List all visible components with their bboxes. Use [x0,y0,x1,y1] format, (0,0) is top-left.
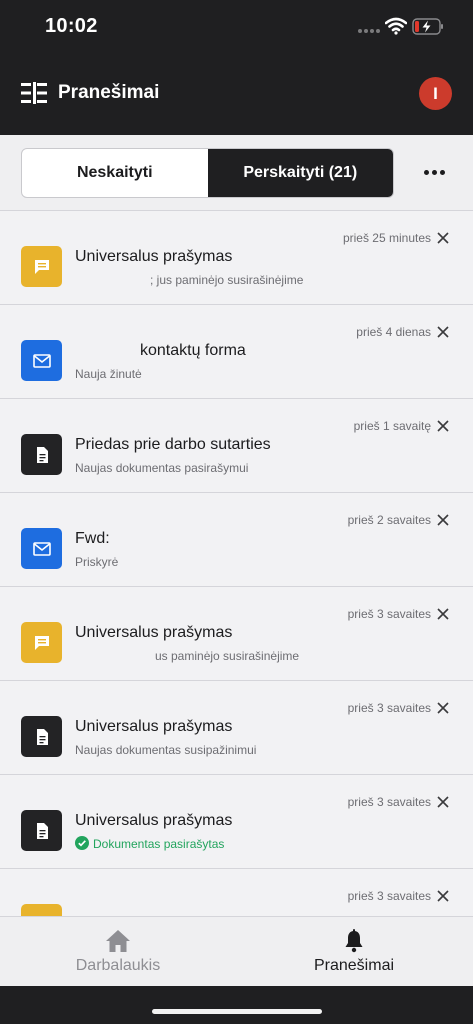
notification-item[interactable]: prieš 1 savaitę Priedas prie darbo sutar… [0,398,473,492]
notification-subtitle: Naujas dokumentas pasirašymui [75,461,249,475]
document-icon [21,434,62,475]
home-indicator[interactable] [152,1009,322,1014]
close-icon[interactable] [436,795,450,809]
notification-title: Universalus prašymas [75,812,233,829]
notification-time: prieš 3 savaites [347,795,431,809]
close-icon[interactable] [436,607,450,621]
message-icon [21,904,62,916]
message-icon [21,246,62,287]
nav-label-notifications: Pranešimai [313,957,395,974]
notification-subtitle: Nauja žinutė [75,367,142,381]
close-icon[interactable] [436,325,450,339]
notification-item[interactable]: prieš 4 dienas kontaktų forma Nauja žinu… [0,304,473,398]
notification-subtitle: Priskyrė [75,555,119,569]
status-bar: 10:02 [0,0,473,56]
page-title: Pranešimai [58,82,160,103]
notification-time: prieš 4 dienas [356,325,431,339]
tab-bar: Neskaityti Perskaityti (21) [21,148,394,198]
notification-time: prieš 2 savaites [347,513,431,527]
more-options-icon[interactable] [418,160,450,184]
notification-title: Universalus prašymas [75,248,233,265]
nav-label-dashboard: Darbalaukis [75,957,161,974]
document-icon [21,810,62,851]
notification-title: Universalus prašymas [75,624,233,641]
mail-icon [21,340,62,381]
tab-read[interactable]: Perskaityti (21) [207,149,393,197]
nav-item-notifications[interactable]: Pranešimai [236,917,472,987]
check-circle-icon [75,836,89,850]
notification-title: Priedas prie darbo sutarties [75,436,271,453]
menu-logo-icon[interactable] [21,82,47,104]
notification-item[interactable]: prieš 3 savaites Universalus prašymas Do… [0,774,473,868]
notification-title: Fwd: [75,530,110,547]
notification-item[interactable]: prieš 25 minutes Universalus prašymas ; … [0,210,473,304]
document-icon [21,716,62,757]
notification-time: prieš 1 savaitę [353,419,431,433]
close-icon[interactable] [436,513,450,527]
notification-time: prieš 3 savaites [347,607,431,621]
notification-time: prieš 3 savaites [347,889,431,903]
avatar[interactable]: I [419,77,452,110]
notification-subtitle: Naujas dokumentas susipažinimui [75,743,257,757]
notification-item[interactable]: prieš 2 savaites Fwd: Priskyrė [0,492,473,586]
wifi-icon [385,17,407,35]
avatar-initial: I [433,83,438,103]
notification-subtitle: us paminėjo susirašinėjime [155,649,300,663]
battery-charging-icon [412,18,443,35]
app-header: Pranešimai I [0,56,473,135]
close-icon[interactable] [436,701,450,715]
home-icon [106,930,130,952]
notification-title: Universalus prašymas [75,718,233,735]
status-time: 10:02 [45,15,98,37]
notification-item[interactable]: prieš 3 savaites [0,868,473,916]
nav-item-dashboard[interactable]: Darbalaukis [0,917,236,987]
mail-icon [21,528,62,569]
notification-time: prieš 3 savaites [347,701,431,715]
notification-subtitle: ; jus paminėjo susirašinėjime [150,273,304,287]
close-icon[interactable] [436,419,450,433]
notification-list: prieš 25 minutes Universalus prašymas ; … [0,210,473,916]
notifications-content: Neskaityti Perskaityti (21) prieš 25 min… [0,135,473,916]
notification-subtitle: Dokumentas pasirašytas [93,837,225,851]
bell-icon [345,929,363,953]
signal-icon [358,29,380,33]
tab-unread[interactable]: Neskaityti [22,149,208,197]
notification-title: kontaktų forma [140,342,246,359]
notification-time: prieš 25 minutes [342,231,431,245]
message-icon [21,622,62,663]
home-indicator-area [0,986,473,1024]
notification-item[interactable]: prieš 3 savaites Universalus prašymas Na… [0,680,473,774]
bottom-nav: Darbalaukis Pranešimai [0,916,473,986]
close-icon[interactable] [436,889,450,903]
close-icon[interactable] [436,231,450,245]
notification-item[interactable]: prieš 3 savaites Universalus prašymas us… [0,586,473,680]
